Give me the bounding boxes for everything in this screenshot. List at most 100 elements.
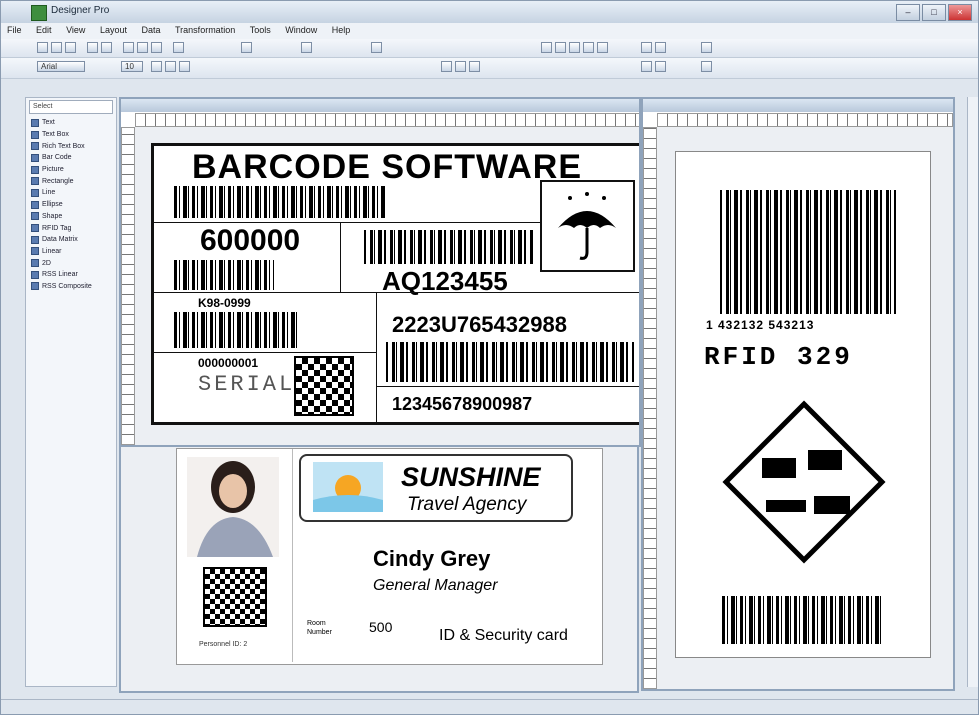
cut-icon[interactable] — [123, 42, 134, 53]
help-icon[interactable] — [701, 42, 712, 53]
tool-select-field[interactable]: Select — [29, 100, 113, 114]
snap-icon[interactable] — [655, 61, 666, 72]
rfid-label-document-window: 1 432132 543213 RFID 329 — [641, 97, 955, 691]
rfid-document-tab[interactable] — [643, 99, 953, 112]
copy-icon[interactable] — [137, 42, 148, 53]
qr-code — [294, 356, 354, 416]
flip-icon[interactable] — [455, 61, 466, 72]
id-card-left-column: Personnel ID: 2 — [177, 449, 293, 662]
app-logo-icon — [31, 5, 47, 21]
menu-layout[interactable]: Layout — [94, 23, 133, 37]
menu-window[interactable]: Window — [279, 23, 323, 37]
tool-rich-text-box[interactable]: Rich Text Box — [26, 140, 116, 152]
open-icon[interactable] — [51, 42, 62, 53]
job-title-text: General Manager — [373, 577, 498, 594]
preview-icon[interactable] — [101, 42, 112, 53]
variable-icon[interactable] — [371, 42, 382, 53]
rfid-horizontal-ruler[interactable] — [657, 113, 953, 127]
horizontal-ruler[interactable] — [135, 113, 639, 127]
tool-rectangle[interactable]: Rectangle — [26, 175, 116, 187]
umbrella-icon — [558, 192, 616, 260]
rfid-label[interactable]: 1 432132 543213 RFID 329 — [675, 151, 931, 658]
align-center-icon[interactable] — [583, 42, 594, 53]
paste-icon[interactable] — [151, 42, 162, 53]
divider-4 — [376, 292, 377, 422]
vertical-ruler[interactable] — [121, 127, 135, 445]
ellipse-tool-icon — [31, 200, 39, 209]
layer-icon[interactable] — [469, 61, 480, 72]
rfid-vertical-ruler[interactable] — [643, 127, 657, 689]
right-scroll-strip[interactable] — [967, 97, 978, 687]
tool-shape[interactable]: Shape — [26, 211, 116, 223]
minimize-button[interactable]: – — [896, 4, 920, 21]
rfid-barcode-digits: 1 432132 543213 — [706, 318, 815, 332]
barcode-tool-icon — [31, 153, 39, 162]
align-left-icon[interactable] — [569, 42, 580, 53]
picture-tool-icon — [31, 165, 39, 174]
room-label-text: Room Number — [307, 620, 332, 636]
shape-tool-icon — [31, 212, 39, 221]
tool-rss-composite[interactable]: RSS Composite — [26, 281, 116, 293]
database-icon[interactable] — [301, 42, 312, 53]
divider-3 — [154, 292, 639, 293]
shipping-label[interactable]: BARCODE SOFTWARE 600000 AQ123455 K98-099… — [151, 143, 639, 425]
properties-icon[interactable] — [701, 61, 712, 72]
company-name-text: SUNSHINE — [401, 462, 541, 492]
id-card[interactable]: Personnel ID: 2 SUNSHINE Travel Agency C… — [176, 448, 603, 665]
number-barcode — [174, 260, 274, 290]
tool-2d[interactable]: 2D — [26, 257, 116, 269]
divider-1 — [154, 222, 540, 223]
document-tab[interactable] — [121, 99, 639, 112]
app-window: Designer Pro – □ × File Edit View Layout… — [0, 0, 979, 715]
rotate-icon[interactable] — [441, 61, 452, 72]
menu-file[interactable]: File — [1, 23, 28, 37]
group-icon[interactable] — [641, 42, 652, 53]
ungroup-icon[interactable] — [655, 42, 666, 53]
insert-icon[interactable] — [173, 42, 184, 53]
menu-view[interactable]: View — [60, 23, 91, 37]
datamatrix-code — [203, 567, 267, 627]
italic-icon[interactable] — [165, 61, 176, 72]
zoom-in-icon[interactable] — [541, 42, 552, 53]
new-icon[interactable] — [37, 42, 48, 53]
shipping-label-document-window: BARCODE SOFTWARE 600000 AQ123455 K98-099… — [119, 97, 641, 447]
save-icon[interactable] — [65, 42, 76, 53]
zoom-out-icon[interactable] — [555, 42, 566, 53]
tool-line[interactable]: Line — [26, 187, 116, 199]
format-toolbar: Arial 10 — [1, 58, 978, 79]
data-matrix-tool-icon — [31, 235, 39, 244]
tool-bar-code[interactable]: Bar Code — [26, 152, 116, 164]
line-tool-icon — [31, 188, 39, 197]
maximize-button[interactable]: □ — [922, 4, 946, 21]
tool-picture[interactable]: Picture — [26, 164, 116, 176]
rich-text-tool-icon — [31, 142, 39, 151]
tool-rss-linear[interactable]: RSS Linear — [26, 269, 116, 281]
corrosive-hazard-icon — [722, 400, 886, 564]
room-value-text: 500 — [369, 619, 393, 635]
align-right-icon[interactable] — [597, 42, 608, 53]
close-button[interactable]: × — [948, 4, 972, 21]
tool-rfid-tag[interactable]: RFID Tag — [26, 222, 116, 234]
print-icon[interactable] — [87, 42, 98, 53]
bold-icon[interactable] — [151, 61, 162, 72]
tool-text[interactable]: Text — [26, 117, 116, 129]
divider-5 — [154, 352, 376, 353]
divider-2 — [340, 222, 341, 292]
menu-bar: File Edit View Layout Data Transformatio… — [1, 23, 978, 39]
menu-transformation[interactable]: Transformation — [169, 23, 241, 37]
serial-number-text: 000000001 — [198, 356, 259, 370]
standard-toolbar — [1, 39, 978, 58]
grid-icon[interactable] — [641, 61, 652, 72]
menu-edit[interactable]: Edit — [30, 23, 58, 37]
tool-data-matrix[interactable]: Data Matrix — [26, 234, 116, 246]
tool-text-box[interactable]: Text Box — [26, 129, 116, 141]
underline-icon[interactable] — [179, 61, 190, 72]
tool-linear[interactable]: Linear — [26, 246, 116, 258]
wizard-icon[interactable] — [241, 42, 252, 53]
tool-ellipse[interactable]: Ellipse — [26, 199, 116, 211]
menu-tools[interactable]: Tools — [244, 23, 277, 37]
menu-help[interactable]: Help — [326, 23, 357, 37]
menu-data[interactable]: Data — [135, 23, 166, 37]
employee-name-text: Cindy Grey — [373, 546, 491, 571]
rfid-number-text: RFID 329 — [704, 342, 853, 372]
